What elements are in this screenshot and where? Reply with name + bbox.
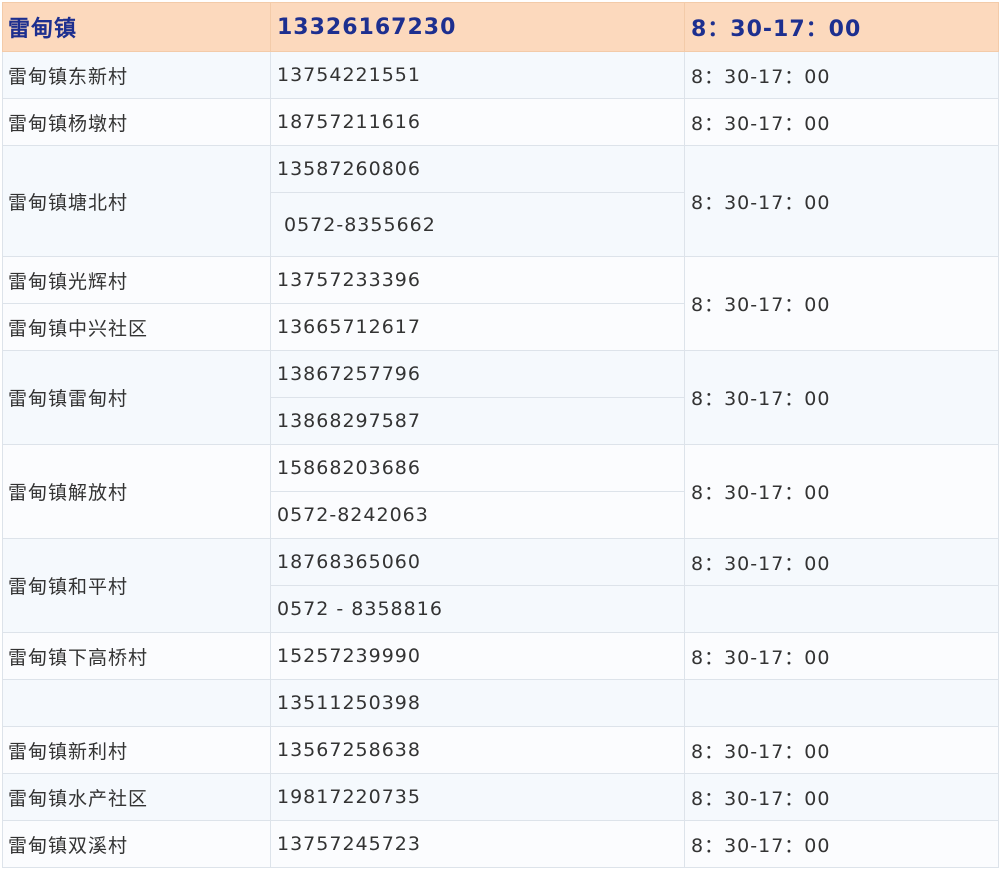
village-name: 雷甸镇水产社区 [2, 773, 271, 821]
table-row: 雷甸镇塘北村 13587260806 8：30-17：00 [2, 145, 999, 257]
phone-number: 13867257796 [270, 350, 685, 398]
phone-number: 0572 - 8358816 [270, 585, 685, 633]
table-row: 雷甸镇和平村 18768365060 8：30-17：00 [2, 538, 999, 633]
service-hours: 8：30-17：00 [684, 632, 999, 680]
village-name: 雷甸镇和平村 [2, 538, 271, 633]
service-hours: 8：30-17：00 [684, 51, 999, 99]
table-row: 雷甸镇东新村 13754221551 8：30-17：00 [2, 51, 999, 99]
phone-number: 15257239990 [270, 632, 685, 680]
village-name [2, 679, 271, 727]
phone-number: 13868297587 [270, 397, 685, 445]
header-row: 雷甸镇 13326167230 8：30-17：00 [2, 2, 999, 52]
service-hours: 8：30-17：00 [684, 98, 999, 146]
village-name: 雷甸镇杨墩村 [2, 98, 271, 146]
village-name: 雷甸镇解放村 [2, 444, 271, 539]
service-hours [684, 679, 999, 727]
phone-number: 13567258638 [270, 726, 685, 774]
service-hours: 8：30-17：00 [684, 256, 999, 351]
phone-number: 13665712617 [270, 303, 685, 351]
service-hours: 8：30-17：00 [684, 538, 999, 586]
village-name: 雷甸镇塘北村 [2, 145, 271, 257]
table-row: 雷甸镇双溪村 13757245723 8：30-17：00 [2, 820, 999, 868]
phone-number: 13587260806 [270, 145, 685, 193]
service-hours: 8：30-17：00 [684, 145, 999, 257]
table-row: 雷甸镇光辉村 13757233396 8：30-17：00 [2, 256, 999, 351]
village-name: 雷甸镇东新村 [2, 51, 271, 99]
phone-number: 18768365060 [270, 538, 685, 586]
village-name: 雷甸镇雷甸村 [2, 350, 271, 445]
phone-number: 13511250398 [270, 679, 685, 727]
phone-number: 18757211616 [270, 98, 685, 146]
village-name: 雷甸镇中兴社区 [2, 303, 271, 351]
header-name: 雷甸镇 [2, 2, 271, 52]
service-hours: 8：30-17：00 [684, 444, 999, 539]
service-hours: 8：30-17：00 [684, 820, 999, 868]
village-name: 雷甸镇新利村 [2, 726, 271, 774]
village-name: 雷甸镇光辉村 [2, 256, 271, 304]
phone-number: 13754221551 [270, 51, 685, 99]
phone-number: 0572-8355662 [270, 192, 685, 257]
service-hours-empty [684, 585, 999, 633]
phone-number: 15868203686 [270, 444, 685, 492]
table-row: 雷甸镇下高桥村 15257239990 8：30-17：00 [2, 632, 999, 680]
service-hours: 8：30-17：00 [684, 350, 999, 445]
table-row: 雷甸镇雷甸村 13867257796 8：30-17：00 [2, 350, 999, 445]
service-hours: 8：30-17：00 [684, 726, 999, 774]
phone-number: 19817220735 [270, 773, 685, 821]
header-phone: 13326167230 [270, 2, 685, 52]
phone-number: 13757245723 [270, 820, 685, 868]
phone-number: 13757233396 [270, 256, 685, 304]
contact-table: 雷甸镇 13326167230 8：30-17：00 雷甸镇东新村 137542… [2, 2, 999, 868]
table-row: 雷甸镇新利村 13567258638 8：30-17：00 [2, 726, 999, 774]
table-row: 雷甸镇杨墩村 18757211616 8：30-17：00 [2, 98, 999, 146]
header-hours: 8：30-17：00 [684, 2, 999, 52]
village-name: 雷甸镇双溪村 [2, 820, 271, 868]
phone-number: 0572-8242063 [270, 491, 685, 539]
table-row: 雷甸镇解放村 15868203686 8：30-17：00 [2, 444, 999, 539]
table-row: 13511250398 [2, 679, 999, 727]
village-name: 雷甸镇下高桥村 [2, 632, 271, 680]
table-row: 雷甸镇水产社区 19817220735 8：30-17：00 [2, 773, 999, 821]
service-hours: 8：30-17：00 [684, 773, 999, 821]
